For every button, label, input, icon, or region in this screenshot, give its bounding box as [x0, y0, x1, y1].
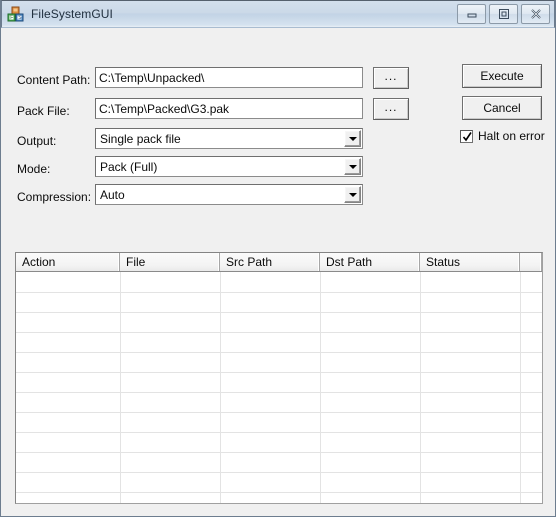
results-list-body[interactable] [16, 272, 542, 503]
output-label: Output: [17, 134, 57, 148]
grid-row-line [16, 412, 542, 413]
compression-label: Compression: [17, 190, 92, 204]
compression-dropdown[interactable]: Auto [95, 184, 363, 205]
grid-row-line [16, 312, 542, 313]
cancel-button[interactable]: Cancel [462, 96, 542, 120]
grid-row-line [16, 332, 542, 333]
mode-dropdown[interactable]: Pack (Full) [95, 156, 363, 177]
maximize-icon [498, 9, 509, 19]
column-header-action[interactable]: Action [16, 253, 120, 271]
title-bar: F S FileSystemGUI [1, 0, 555, 28]
pack-file-label: Pack File: [17, 104, 70, 118]
halt-on-error-label: Halt on error [478, 129, 545, 143]
grid-column-line [120, 272, 121, 503]
column-header-dst-path[interactable]: Dst Path [320, 253, 420, 271]
compression-dropdown-value: Auto [100, 187, 125, 202]
grid-row-line [16, 372, 542, 373]
results-list-header: Action File Src Path Dst Path Status [16, 253, 542, 272]
output-dropdown-value: Single pack file [100, 131, 181, 146]
grid-column-line [420, 272, 421, 503]
column-header-src-path[interactable]: Src Path [220, 253, 320, 271]
grid-row-line [16, 392, 542, 393]
column-header-blank[interactable] [520, 253, 542, 271]
grid-column-line [320, 272, 321, 503]
minimize-icon [467, 13, 476, 18]
window-title: FileSystemGUI [31, 7, 113, 21]
app-window-icon: F S [7, 6, 24, 23]
window-controls [457, 4, 550, 24]
minimize-button[interactable] [457, 4, 486, 24]
content-path-input[interactable] [95, 67, 363, 88]
pack-file-browse-button[interactable]: ... [373, 98, 409, 120]
close-button[interactable] [521, 4, 550, 24]
column-header-status[interactable]: Status [420, 253, 520, 271]
grid-column-line [520, 272, 521, 503]
grid-row-line [16, 432, 542, 433]
maximize-button[interactable] [489, 4, 518, 24]
checkbox-box[interactable] [460, 129, 473, 143]
column-header-file[interactable]: File [120, 253, 220, 271]
grid-row-line [16, 472, 542, 473]
mode-label: Mode: [17, 162, 51, 176]
output-dropdown[interactable]: Single pack file [95, 128, 363, 149]
chevron-down-icon[interactable] [344, 158, 361, 175]
content-path-browse-button[interactable]: ... [373, 67, 409, 89]
mode-dropdown-value: Pack (Full) [100, 159, 158, 174]
chevron-down-icon[interactable] [344, 186, 361, 203]
execute-button[interactable]: Execute [462, 64, 542, 88]
results-list[interactable]: Action File Src Path Dst Path Status [15, 252, 543, 504]
close-icon [530, 9, 541, 19]
svg-text:F: F [10, 15, 13, 21]
grid-row-line [16, 292, 542, 293]
application-window: F S FileSystemGUI Content Path: C:\Temp\… [0, 0, 556, 517]
grid-row-line [16, 452, 542, 453]
content-path-label: Content Path: [17, 73, 91, 87]
halt-on-error-checkbox[interactable]: Halt on error [460, 129, 545, 143]
pack-file-input[interactable] [95, 98, 363, 119]
grid-row-line [16, 352, 542, 353]
chevron-down-icon[interactable] [344, 130, 361, 147]
client-area: Content Path: ... Pack File: ... Output:… [1, 28, 555, 515]
grid-row-line [16, 492, 542, 493]
checkmark-icon [462, 131, 472, 141]
grid-column-line [220, 272, 221, 503]
